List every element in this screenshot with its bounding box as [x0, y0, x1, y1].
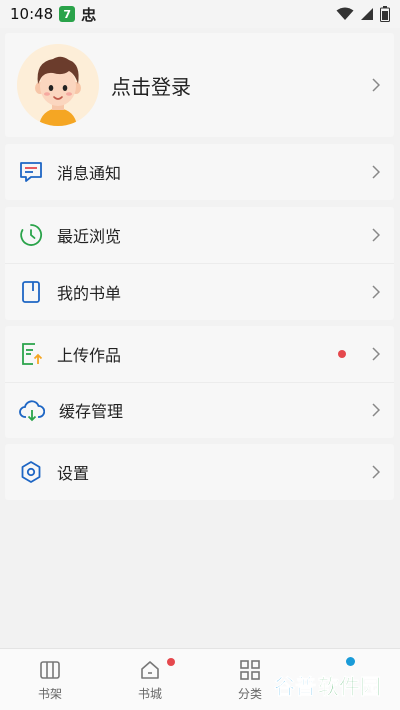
active-tab-indicator	[346, 657, 355, 666]
menu-label-booklist: 我的书单	[57, 284, 122, 303]
svg-text:谷普: 谷普	[274, 675, 316, 699]
tab-label-category: 分类	[237, 687, 262, 701]
menu-item-upload[interactable]: 上传作品	[5, 326, 394, 382]
menu-item-recent[interactable]: 最近浏览	[5, 207, 394, 263]
menu-item-settings[interactable]: 设置	[5, 444, 394, 500]
watermark-logo: 谷普 软件园	[274, 675, 381, 700]
chevron-right-icon	[372, 228, 380, 242]
browse-group: 最近浏览 我的书单	[5, 207, 394, 320]
settings-group: 设置	[5, 444, 394, 500]
tab-label-bookshelf: 书架	[37, 687, 62, 701]
bookshelf-icon	[40, 661, 60, 679]
battery-icon	[380, 6, 390, 22]
chevron-right-icon	[372, 347, 380, 361]
chevron-right-icon	[372, 78, 380, 92]
clock-icon	[20, 224, 43, 246]
chevron-right-icon	[372, 403, 380, 417]
notification-dot	[338, 350, 346, 358]
tts-notification-icon: 忠	[81, 5, 97, 24]
tab-bookstore[interactable]: 书城	[100, 649, 200, 710]
book-icon	[22, 281, 40, 303]
wifi-icon	[336, 7, 354, 20]
upload-document-icon	[22, 343, 43, 365]
grid-icon	[240, 660, 260, 680]
status-time: 10:48	[10, 5, 54, 23]
gear-icon	[21, 461, 41, 483]
menu-label-upload: 上传作品	[57, 346, 122, 365]
menu-label-cache: 缓存管理	[59, 402, 124, 421]
cloud-download-icon	[19, 400, 45, 422]
login-link[interactable]: 点击登录	[111, 71, 191, 100]
app-notification-icon: 7	[59, 6, 76, 22]
menu-item-cache[interactable]: 缓存管理	[5, 382, 394, 438]
menu-item-booklist[interactable]: 我的书单	[5, 264, 394, 320]
menu-item-messages[interactable]: 消息通知	[5, 144, 394, 200]
avatar[interactable]	[17, 44, 99, 126]
tab-label-bookstore: 书城	[137, 687, 162, 701]
svg-text:软件园: 软件园	[318, 675, 381, 699]
status-indicators	[336, 6, 390, 22]
chevron-right-icon	[372, 165, 380, 179]
signal-icon	[361, 8, 373, 20]
chevron-right-icon	[372, 465, 380, 479]
message-icon	[20, 162, 42, 182]
messages-group: 消息通知	[5, 144, 394, 200]
notification-dot	[167, 658, 175, 666]
works-group: 上传作品 缓存管理	[5, 326, 394, 438]
chevron-right-icon	[372, 285, 380, 299]
profile-card[interactable]: 点击登录	[5, 33, 394, 137]
menu-label-settings: 设置	[57, 464, 90, 483]
watermark: 谷普 软件园	[274, 671, 392, 701]
menu-label-recent: 最近浏览	[57, 227, 122, 246]
tab-bookshelf[interactable]: 书架	[0, 649, 100, 710]
status-bar: 10:48 7 忠	[0, 0, 400, 28]
home-icon	[141, 661, 159, 679]
menu-label-messages: 消息通知	[57, 164, 122, 183]
avatar-illustration	[17, 44, 99, 126]
